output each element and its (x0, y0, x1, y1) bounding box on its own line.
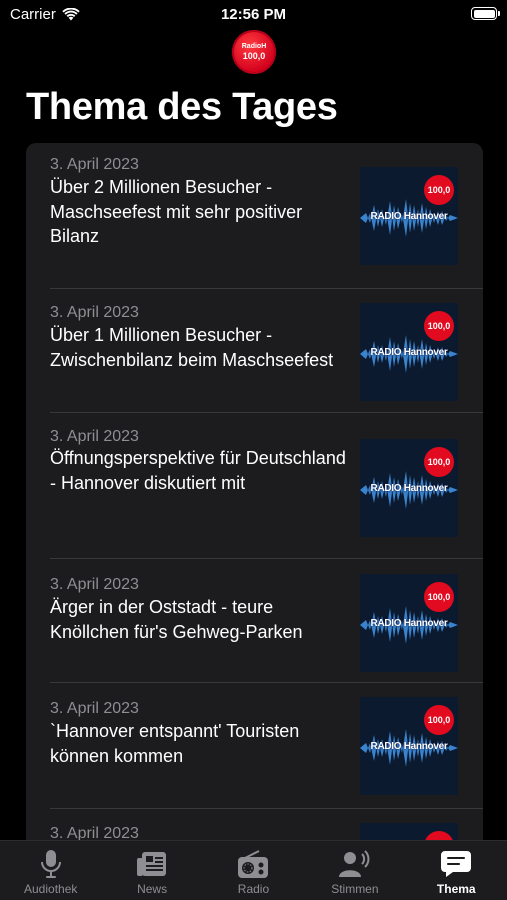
list-item[interactable]: 3. April 2023 Öffnungsperspektive für De… (26, 413, 483, 559)
speech-bubble-icon (439, 848, 473, 880)
item-thumbnail: 100,0 RADIO Hannover (360, 303, 458, 401)
tab-label: News (137, 882, 168, 896)
tab-bar: Audiothek News Radio Stimmen Thema (0, 840, 507, 900)
station-badge: 100,0 (424, 311, 454, 341)
newspaper-icon (135, 848, 169, 880)
item-title: `Hannover entspannt' Touristen können ko… (50, 721, 300, 766)
list-item[interactable]: 3. April 2023 Über 1 Millionen Besucher … (26, 289, 483, 413)
status-time: 12:56 PM (220, 6, 287, 23)
station-label: RADIO Hannover (370, 347, 448, 358)
speaking-person-icon (338, 848, 372, 880)
tab-label: Audiothek (24, 882, 78, 896)
item-title: Über 2 Millionen Besucher - Maschseefest… (50, 177, 303, 246)
item-date: 3. April 2023 (50, 156, 139, 173)
item-title: Öffnungsperspektive für Deutschland - Ha… (50, 448, 346, 493)
item-date: 3. April 2023 (50, 304, 139, 321)
tab-audiothek[interactable]: Audiothek (0, 841, 101, 900)
tab-thema[interactable]: Thema (406, 841, 507, 900)
item-thumbnail: 100,0 RADIO Hannover (360, 167, 458, 265)
item-date: 3. April 2023 (50, 700, 139, 717)
item-date: 3. April 2023 (50, 576, 139, 593)
station-badge: 100,0 (424, 582, 454, 612)
radio-icon (236, 848, 270, 880)
microphone-icon (34, 848, 68, 880)
tab-news[interactable]: News (101, 841, 202, 900)
item-title: Ärger in der Oststadt - teure Knöllchen … (50, 597, 303, 642)
radio-logo: RadioH 100,0 (232, 30, 276, 74)
tab-radio[interactable]: Radio (203, 841, 304, 900)
logo-text-top: RadioH (241, 43, 267, 50)
tab-label: Radio (237, 882, 270, 896)
battery-icon (471, 7, 500, 20)
station-badge: 100,0 (424, 447, 454, 477)
status-bar: Carrier 12:56 PM (0, 0, 507, 30)
list-item[interactable]: 3. April 2023 Über 2 Millionen Besucher … (26, 143, 483, 289)
item-thumbnail: 100,0 RADIO Hannover (360, 439, 458, 537)
item-title: Über 1 Millionen Besucher - Zwischenbila… (50, 325, 334, 370)
article-list: 3. April 2023 Über 2 Millionen Besucher … (26, 143, 483, 900)
station-badge: 100,0 (424, 705, 454, 735)
item-thumbnail: 100,0 RADIO Hannover (360, 574, 458, 672)
tab-label: Stimmen (331, 882, 379, 896)
item-date: 3. April 2023 (50, 428, 139, 445)
logo-text-bottom: 100,0 (242, 51, 266, 61)
list-item[interactable]: 3. April 2023 `Hannover entspannt' Touri… (26, 683, 483, 809)
station-label: RADIO Hannover (370, 483, 448, 494)
tab-stimmen[interactable]: Stimmen (304, 841, 405, 900)
station-label: RADIO Hannover (370, 618, 448, 629)
station-label: RADIO Hannover (370, 211, 448, 222)
station-label: RADIO Hannover (370, 741, 448, 752)
tab-label: Thema (436, 882, 476, 896)
item-thumbnail: 100,0 RADIO Hannover (360, 697, 458, 795)
page-title: Thema des Tages (26, 86, 338, 128)
station-badge: 100,0 (424, 175, 454, 205)
list-item[interactable]: 3. April 2023 Ärger in der Oststadt - te… (26, 559, 483, 683)
